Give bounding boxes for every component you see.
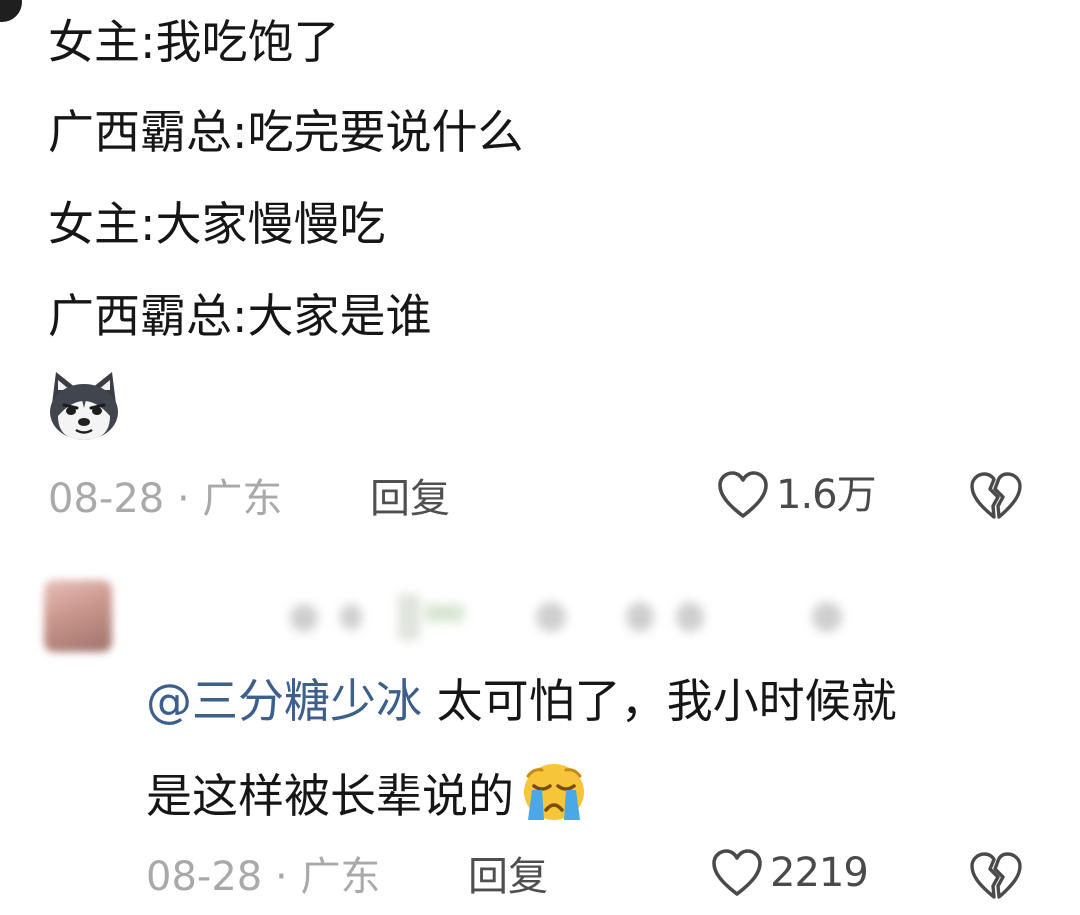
broken-heart-icon[interactable] (968, 470, 1024, 522)
broken-heart-icon[interactable] (968, 850, 1024, 902)
reply-button[interactable]: 回复 (370, 474, 450, 524)
blurred-username (424, 604, 464, 622)
crying-face-emoji (518, 762, 590, 835)
comment-text-line: 广西霸总:吃完要说什么 (48, 105, 524, 159)
separator-dot: · (176, 476, 190, 522)
comment-date: 08-28 (48, 476, 165, 522)
comment-text-line: 女主:我吃饱了 (48, 15, 340, 69)
avatar-corner (0, 0, 22, 22)
separator-dot: · (274, 854, 288, 900)
reply-button[interactable]: 回复 (468, 852, 548, 902)
heart-outline-icon (716, 470, 770, 520)
blurred-username (812, 602, 842, 632)
comment-text-line: 女主:大家慢慢吃 (48, 197, 386, 251)
comment-location: 广东 (202, 476, 283, 522)
comment-text-line: 广西霸总:大家是谁 (48, 289, 432, 343)
like-count: 2219 (770, 850, 869, 896)
blurred-username (340, 604, 362, 630)
comment-location: 广东 (300, 854, 381, 900)
like-count: 1.6万 (776, 472, 877, 518)
comment-date: 08-28 (146, 854, 263, 900)
reply-text-line-1: @三分糖少冰 太可怕了，我小时候就 (146, 672, 897, 730)
reply-text-line-2: 是这样被长辈说的 (146, 762, 590, 835)
like-button[interactable]: 1.6万 (716, 470, 877, 520)
heart-outline-icon (710, 848, 764, 898)
comment-meta: 08-28 · 广东 (146, 852, 380, 902)
like-button[interactable]: 2219 (710, 848, 869, 898)
avatar[interactable] (44, 580, 112, 652)
blurred-username (626, 602, 654, 632)
mention-link[interactable]: @三分糖少冰 (146, 674, 422, 728)
blurred-username (398, 594, 420, 640)
blurred-username (676, 602, 704, 632)
blurred-username (536, 602, 566, 632)
reply-text: 太可怕了，我小时候就 (436, 674, 897, 728)
husky-dog-emoji (46, 370, 122, 442)
reply-text: 是这样被长辈说的 (146, 769, 514, 823)
blurred-username (290, 604, 318, 632)
comment-meta: 08-28 · 广东 (48, 474, 282, 524)
